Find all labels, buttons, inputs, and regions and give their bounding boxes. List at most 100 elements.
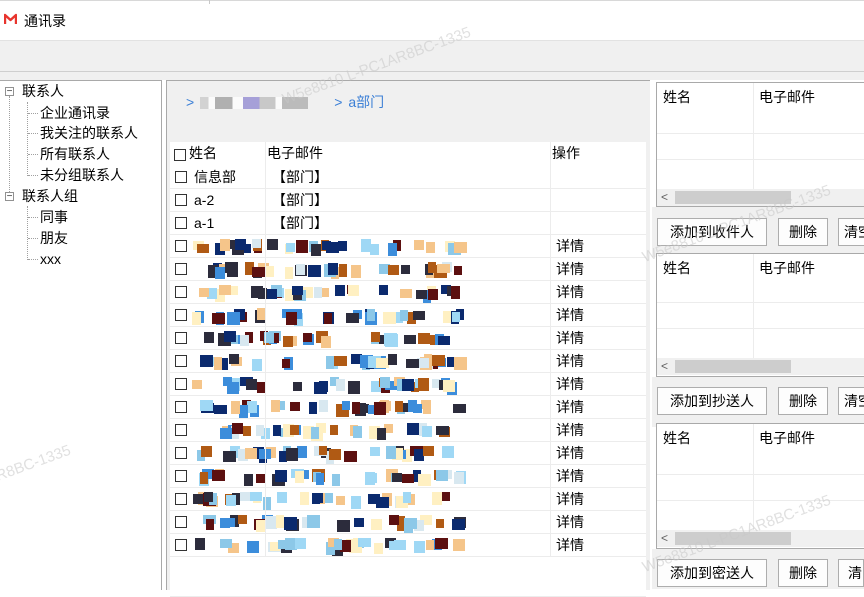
contact-row[interactable]: 详情 — [170, 511, 646, 534]
bcc-hscrollbar[interactable]: < — [657, 530, 864, 547]
contact-row[interactable]: 详情 — [170, 373, 646, 396]
cc-hscrollbar[interactable]: < — [657, 358, 864, 375]
breadcrumb: > > a部门 — [186, 92, 384, 112]
top-border-tick — [209, 0, 210, 4]
detail-link[interactable]: 详情 — [556, 304, 584, 327]
delete-bcc-button[interactable]: 删除 — [778, 559, 828, 587]
detail-link[interactable]: 详情 — [556, 258, 584, 281]
clear-bcc-button[interactable]: 清空 — [838, 559, 864, 587]
detail-link[interactable]: 详情 — [556, 534, 584, 557]
delete-to-button[interactable]: 删除 — [778, 218, 828, 246]
clear-to-button[interactable]: 清空 — [838, 218, 864, 246]
tree-node-xxx[interactable]: xxx — [40, 249, 61, 269]
detail-link[interactable]: 详情 — [556, 442, 584, 465]
tree-node-ungrouped[interactable]: 未分组联系人 — [40, 165, 124, 185]
contact-row[interactable]: 详情 — [170, 350, 646, 373]
row-checkbox[interactable] — [175, 355, 187, 367]
breadcrumb-redacted[interactable] — [200, 97, 309, 110]
breadcrumb-current[interactable]: a部门 — [348, 94, 384, 110]
row-checkbox[interactable] — [175, 378, 187, 390]
row-checkbox[interactable] — [175, 470, 187, 482]
scroll-thumb[interactable] — [675, 191, 791, 204]
row-checkbox[interactable] — [175, 263, 187, 275]
to-recipient-list: 姓名 电子邮件 < — [656, 82, 864, 207]
cc-col-name: 姓名 — [663, 260, 691, 276]
row-checkbox[interactable] — [175, 424, 187, 436]
row-checkbox[interactable] — [175, 240, 187, 252]
add-to-cc-button[interactable]: 添加到抄送人 — [657, 387, 767, 415]
detail-link[interactable]: 详情 — [556, 488, 584, 511]
grid-col-line — [265, 142, 266, 557]
row-name: a-2 — [194, 192, 215, 208]
title-bar: 通讯录 — [0, 0, 864, 40]
detail-link[interactable]: 详情 — [556, 419, 584, 442]
contact-row[interactable]: 详情 — [170, 304, 646, 327]
detail-link[interactable]: 详情 — [556, 373, 584, 396]
row-checkbox[interactable] — [175, 217, 187, 229]
breadcrumb-separator: > — [334, 94, 343, 110]
bcc-col-email: 电子邮件 — [759, 430, 815, 446]
row-email: 【部门】 — [272, 169, 328, 185]
cc-col-email: 电子邮件 — [759, 260, 815, 276]
detail-link[interactable]: 详情 — [556, 235, 584, 258]
scroll-thumb[interactable] — [675, 360, 791, 373]
detail-link[interactable]: 详情 — [556, 327, 584, 350]
col-header-action[interactable]: 操作 — [552, 142, 580, 165]
contact-row[interactable]: 详情 — [170, 534, 646, 557]
col-header-name[interactable]: 姓名 — [189, 142, 217, 165]
cc-recipient-list: 姓名 电子邮件 < — [656, 253, 864, 377]
row-name: a-1 — [194, 215, 215, 231]
to-hscrollbar[interactable]: < — [657, 189, 864, 206]
contact-row[interactable]: 详情 — [170, 327, 646, 350]
dept-row[interactable]: a-2 【部门】 — [170, 189, 646, 212]
clear-cc-button[interactable]: 清空 — [838, 387, 864, 415]
tree-node-groups[interactable]: 联系人组 — [22, 186, 78, 206]
tree-node-all[interactable]: 所有联系人 — [40, 144, 110, 164]
row-checkbox[interactable] — [175, 332, 187, 344]
row-checkbox[interactable] — [175, 401, 187, 413]
detail-link[interactable]: 详情 — [556, 465, 584, 488]
row-checkbox[interactable] — [175, 194, 187, 206]
contact-row[interactable]: 详情 — [170, 258, 646, 281]
select-all-checkbox[interactable] — [174, 149, 186, 161]
contact-row[interactable]: 详情 — [170, 235, 646, 258]
tree-node-enterprise[interactable]: 企业通讯录 — [40, 103, 110, 123]
dept-row[interactable]: 信息部 【部门】 — [170, 166, 646, 189]
bcc-recipient-list: 姓名 电子邮件 < — [656, 423, 864, 549]
contact-row[interactable]: 详情 — [170, 465, 646, 488]
scroll-left-arrow-icon[interactable]: < — [661, 359, 668, 373]
row-checkbox[interactable] — [175, 493, 187, 505]
tree-node-colleagues[interactable]: 同事 — [40, 207, 68, 227]
contact-row[interactable]: 详情 — [170, 281, 646, 304]
tree-expander-groups[interactable]: − — [5, 192, 14, 202]
row-checkbox[interactable] — [175, 447, 187, 459]
dept-row[interactable]: a-1 【部门】 — [170, 212, 646, 235]
row-checkbox[interactable] — [175, 309, 187, 321]
scroll-thumb[interactable] — [675, 532, 791, 545]
to-col-name: 姓名 — [663, 89, 691, 105]
tree-node-followed[interactable]: 我关注的联系人 — [40, 123, 138, 143]
row-checkbox[interactable] — [175, 171, 187, 183]
detail-link[interactable]: 详情 — [556, 396, 584, 419]
detail-link[interactable]: 详情 — [556, 350, 584, 373]
contact-row[interactable]: 详情 — [170, 396, 646, 419]
add-to-recipients-button[interactable]: 添加到收件人 — [657, 218, 767, 246]
delete-cc-button[interactable]: 删除 — [778, 387, 828, 415]
bcc-col-name: 姓名 — [663, 430, 691, 446]
detail-link[interactable]: 详情 — [556, 281, 584, 304]
scroll-left-arrow-icon[interactable]: < — [661, 190, 668, 204]
mail-m-icon — [4, 13, 17, 24]
add-to-bcc-button[interactable]: 添加到密送人 — [657, 559, 767, 587]
row-checkbox[interactable] — [175, 286, 187, 298]
scroll-left-arrow-icon[interactable]: < — [661, 531, 668, 545]
tree-expander-contacts[interactable]: − — [5, 87, 14, 97]
contact-row[interactable]: 详情 — [170, 442, 646, 465]
contact-row[interactable]: 详情 — [170, 419, 646, 442]
row-checkbox[interactable] — [175, 539, 187, 551]
row-checkbox[interactable] — [175, 516, 187, 528]
contact-row[interactable]: 详情 — [170, 488, 646, 511]
tree-node-friends[interactable]: 朋友 — [40, 228, 68, 248]
col-header-email[interactable]: 电子邮件 — [267, 142, 323, 165]
detail-link[interactable]: 详情 — [556, 511, 584, 534]
tree-node-contacts[interactable]: 联系人 — [22, 81, 64, 101]
